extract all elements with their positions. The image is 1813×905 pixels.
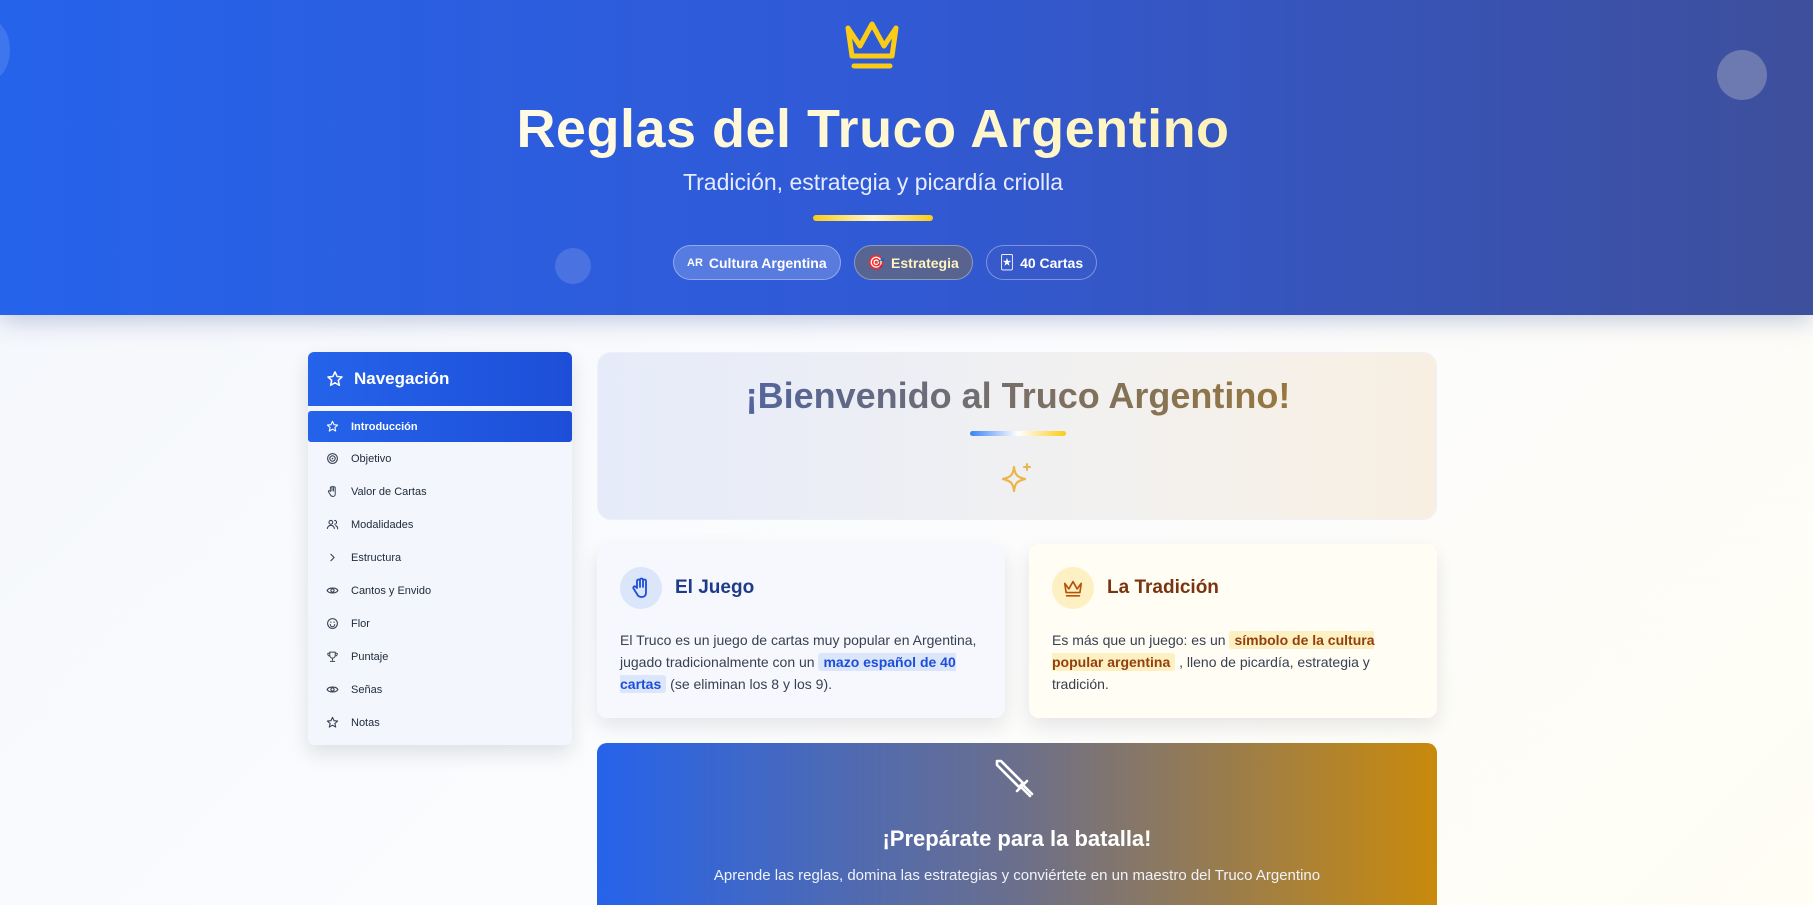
sidebar-item-flor[interactable]: Flor (308, 607, 572, 640)
card-icon-wrap (620, 567, 662, 609)
star-icon (326, 420, 339, 432)
battle-subtitle: Aprende las reglas, domina las estrategi… (713, 867, 1321, 884)
target-icon: 🎯 (867, 254, 886, 270)
eye-icon (326, 686, 339, 693)
sidebar-item-senas[interactable]: Señas (308, 673, 572, 706)
sidebar-item-label: Señas (351, 683, 383, 696)
badge-cultura: AR Cultura Argentina (673, 245, 841, 280)
badge-cartas: 🃏 40 Cartas (985, 245, 1098, 280)
sidebar-item-label: Modalidades (351, 518, 414, 531)
trophy-icon (327, 651, 338, 662)
sidebar-item-puntaje[interactable]: Puntaje (308, 640, 572, 673)
sidebar-item-label: Introducción (351, 420, 418, 433)
chevron-right-icon (330, 553, 335, 562)
card-el-juego: El Juego El Truco es un juego de cartas … (597, 544, 1005, 718)
sidebar-nav: Navegación Introducción Objetivo Valor d… (308, 352, 572, 745)
decor-bubble (1717, 50, 1767, 100)
card-title: El Juego (675, 577, 755, 598)
sidebar-item-estructura[interactable]: Estructura (308, 541, 572, 574)
sidebar-item-notas[interactable]: Notas (308, 706, 572, 739)
card-icon-wrap (1052, 567, 1094, 609)
decor-bubble (555, 248, 591, 284)
sidebar-item-label: Valor de Cartas (351, 485, 427, 498)
users-icon (326, 519, 339, 530)
crown-icon (845, 21, 899, 69)
welcome-banner: ¡Bienvenido al Truco Argentino! (597, 352, 1437, 520)
title-divider (813, 215, 933, 221)
badge-label: 40 Cartas (1020, 254, 1084, 271)
sidebar-item-objetivo[interactable]: Objetivo (308, 442, 572, 475)
card-text: Es más que un juego: es un símbolo de la… (1052, 629, 1414, 695)
card-text: El Truco es un juego de cartas muy popul… (620, 629, 982, 695)
sidebar-item-label: Notas (351, 716, 380, 729)
card-title: La Tradición (1107, 577, 1219, 598)
sidebar-list: Introducción Objetivo Valor de Cartas Mo… (308, 406, 572, 739)
sidebar-item-label: Cantos y Envido (351, 584, 432, 597)
sidebar-item-label: Puntaje (351, 650, 389, 663)
battle-banner: ¡Prepárate para la batalla! Aprende las … (597, 743, 1437, 905)
sidebar-header: Navegación (308, 352, 572, 406)
card-text-part: Es más que un juego: es un (1052, 632, 1226, 648)
sidebar-item-label: Estructura (351, 551, 402, 564)
sidebar-item-label: Objetivo (351, 452, 392, 465)
page-subtitle: Tradición, estrategia y picardía criolla (682, 169, 1064, 195)
card-header: El Juego (620, 567, 982, 609)
badge-label: Estrategia (891, 254, 959, 271)
sparkle-icon (1001, 463, 1031, 493)
hero-header: Reglas del Truco Argentino Tradición, es… (0, 0, 1813, 315)
sidebar-item-introduccion[interactable]: Introducción (308, 411, 572, 442)
welcome-divider (970, 431, 1066, 436)
crown-icon (1063, 580, 1083, 597)
sidebar-item-cantos-y-envido[interactable]: Cantos y Envido (308, 574, 572, 607)
sidebar-item-modalidades[interactable]: Modalidades (308, 508, 572, 541)
battle-title: ¡Prepárate para la batalla! (882, 826, 1152, 851)
card-la-tradicion: La Tradición Es más que un juego: es un … (1029, 544, 1437, 718)
flag-icon: AR (687, 256, 703, 269)
smile-icon (327, 618, 338, 629)
badge-label: Cultura Argentina (708, 254, 827, 271)
sidebar-item-label: Flor (351, 617, 370, 630)
card-text-part: (se eliminan los 8 y los 9). (670, 676, 832, 692)
hand-icon (632, 577, 647, 598)
welcome-title: ¡Bienvenido al Truco Argentino! (598, 375, 1438, 417)
decor-bubble (0, 20, 10, 80)
sidebar-title: Navegación (354, 369, 450, 388)
star-icon (326, 716, 339, 728)
badge-row: AR Cultura Argentina 🎯 Estrategia 🃏 40 C… (673, 245, 1098, 280)
target-icon (327, 453, 338, 464)
eye-icon (326, 587, 339, 594)
sword-icon (995, 759, 1034, 798)
cards-icon: 🃏 (999, 254, 1015, 270)
card-header: La Tradición (1052, 567, 1414, 609)
sidebar-item-valor-de-cartas[interactable]: Valor de Cartas (308, 475, 572, 508)
page-title: Reglas del Truco Argentino (0, 98, 1746, 160)
badge-estrategia: 🎯 Estrategia (853, 245, 973, 280)
hand-icon (327, 485, 336, 497)
star-icon (327, 371, 343, 387)
